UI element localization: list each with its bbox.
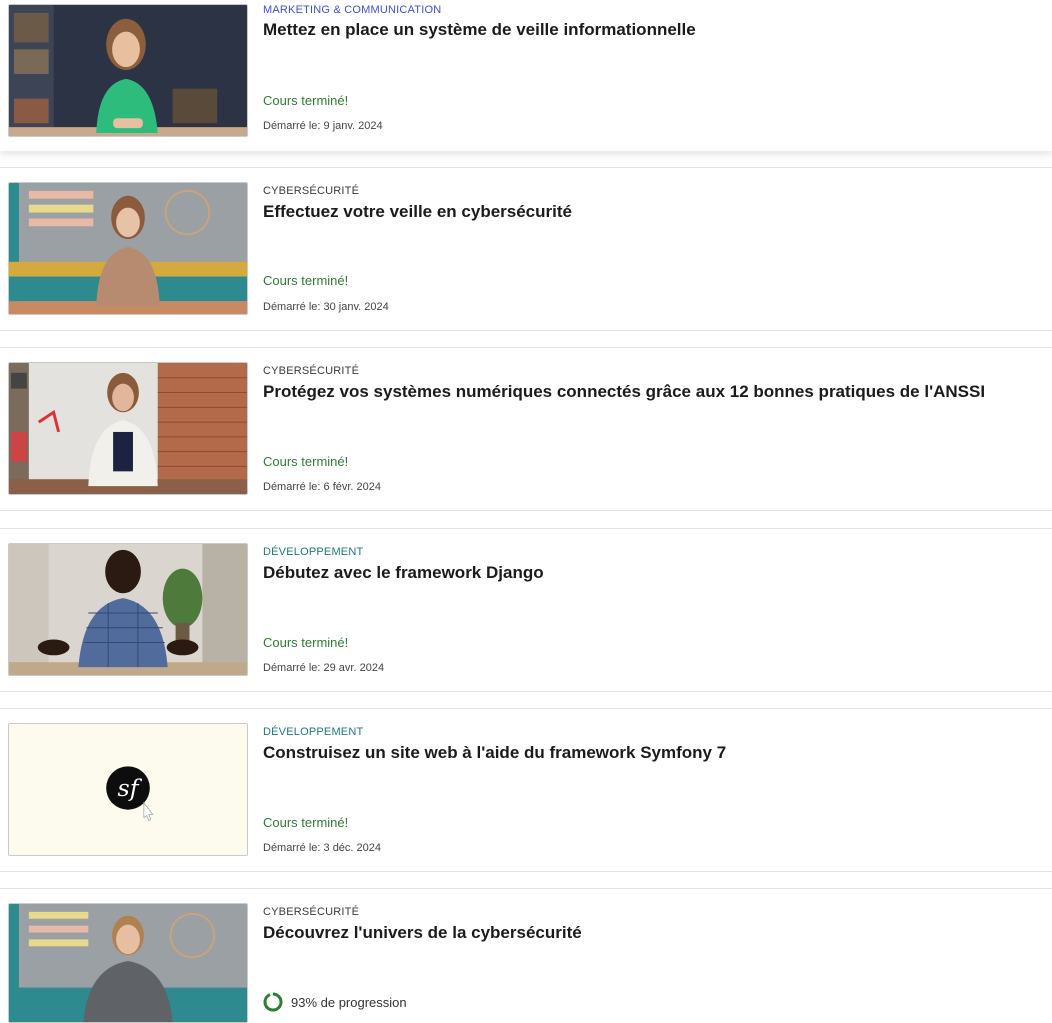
course-card[interactable]: CYBERSÉCURITÉ Protégez vos systèmes numé… [0, 347, 1052, 511]
progress-ring-icon [263, 992, 283, 1012]
course-category: CYBERSÉCURITÉ [263, 906, 360, 918]
course-list: MARKETING & COMMUNICATION Mettez en plac… [0, 0, 1052, 1023]
course-start-date: Démarré le: 6 févr. 2024 [263, 481, 382, 493]
course-title[interactable]: Découvrez l'univers de la cybersécurité [263, 923, 582, 943]
course-start-date: Démarré le: 30 janv. 2024 [263, 301, 389, 313]
course-thumbnail[interactable] [8, 903, 248, 1023]
course-thumbnail[interactable] [8, 543, 248, 676]
course-title[interactable]: Construisez un site web à l'aide du fram… [263, 743, 726, 763]
course-start-date: Démarré le: 9 janv. 2024 [263, 120, 383, 132]
course-card[interactable]: MARKETING & COMMUNICATION Mettez en plac… [0, 0, 1052, 151]
course-category: MARKETING & COMMUNICATION [263, 4, 442, 16]
course-thumbnail[interactable] [8, 4, 248, 137]
course-start-date: Démarré le: 29 avr. 2024 [263, 662, 385, 674]
course-status: Cours terminé! [263, 635, 349, 650]
progress-label: 93% de progression [291, 994, 407, 1010]
course-title[interactable]: Protégez vos systèmes numériques connect… [263, 382, 985, 402]
course-thumbnail[interactable]: sf [8, 723, 248, 856]
course-card[interactable]: sf DÉVELOPPEMENT Construisez un site web… [0, 708, 1052, 872]
course-title[interactable]: Débutez avec le framework Django [263, 563, 544, 583]
course-thumbnail[interactable] [8, 182, 248, 315]
course-title[interactable]: Mettez en place un système de veille inf… [263, 20, 696, 40]
course-card[interactable]: CYBERSÉCURITÉ Effectuez votre veille en … [0, 167, 1052, 331]
course-status: Cours terminé! [263, 454, 349, 469]
course-category: DÉVELOPPEMENT [263, 546, 364, 558]
course-card[interactable]: DÉVELOPPEMENT Débutez avec le framework … [0, 528, 1052, 692]
course-card[interactable]: CYBERSÉCURITÉ Découvrez l'univers de la … [0, 888, 1052, 1023]
course-start-date: Démarré le: 3 déc. 2024 [263, 842, 382, 854]
course-status: Cours terminé! [263, 93, 349, 108]
course-category: CYBERSÉCURITÉ [263, 365, 360, 377]
course-title[interactable]: Effectuez votre veille en cybersécurité [263, 202, 572, 222]
course-progress: 93% de progression [263, 992, 407, 1012]
course-status: Cours terminé! [263, 273, 349, 288]
course-category: DÉVELOPPEMENT [263, 726, 364, 738]
course-thumbnail[interactable] [8, 362, 248, 495]
course-category: CYBERSÉCURITÉ [263, 185, 360, 197]
course-status: Cours terminé! [263, 815, 349, 830]
